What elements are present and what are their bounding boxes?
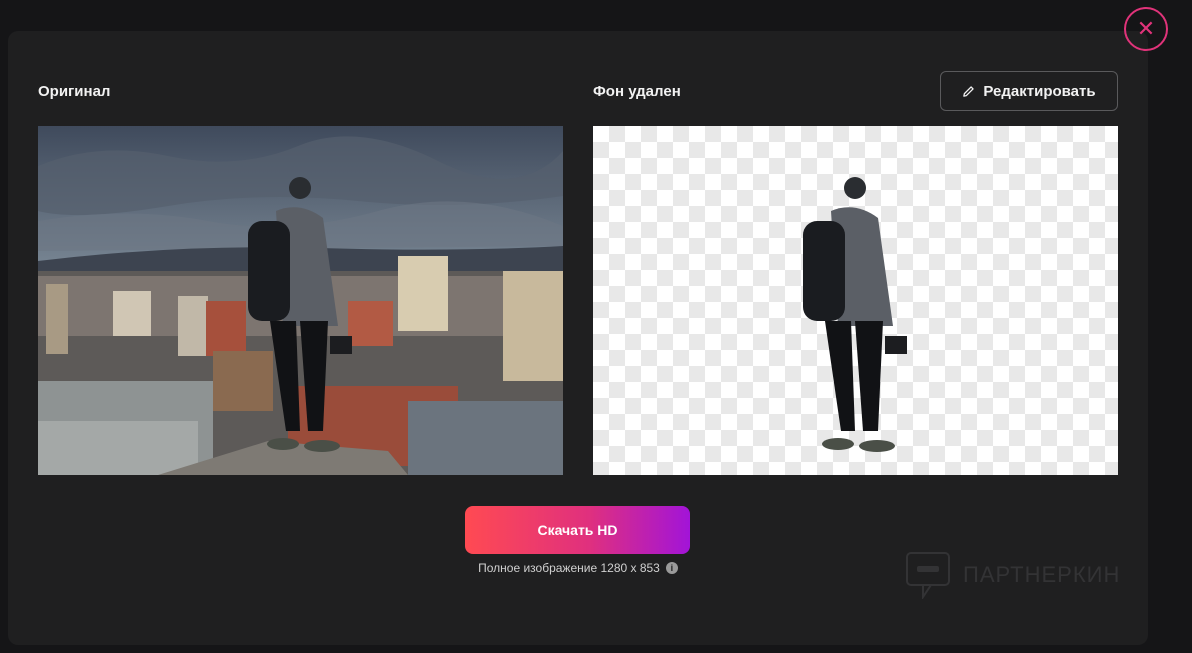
original-photo [38, 126, 563, 475]
removed-background-image [593, 126, 1118, 475]
edit-button[interactable]: Редактировать [940, 71, 1118, 111]
watermark: ПАРТНЕРКИН [905, 551, 1120, 599]
edit-button-label: Редактировать [983, 82, 1096, 100]
removed-label: Фон удален [593, 83, 681, 100]
watermark-logo [906, 552, 950, 599]
close-icon: ✕ [1136, 16, 1156, 41]
original-label: Оригинал [38, 83, 111, 100]
download-hd-button[interactable]: Скачать HD [465, 506, 690, 554]
pencil-icon [963, 85, 975, 97]
watermark-text: ПАРТНЕРКИН [963, 562, 1121, 587]
cutout-photo [803, 177, 907, 452]
close-button[interactable]: ✕ [1124, 7, 1168, 51]
full-image-text: Полное изображение 1280 x 853 [478, 561, 660, 575]
original-image [38, 126, 563, 475]
info-icon[interactable]: i [665, 562, 678, 574]
